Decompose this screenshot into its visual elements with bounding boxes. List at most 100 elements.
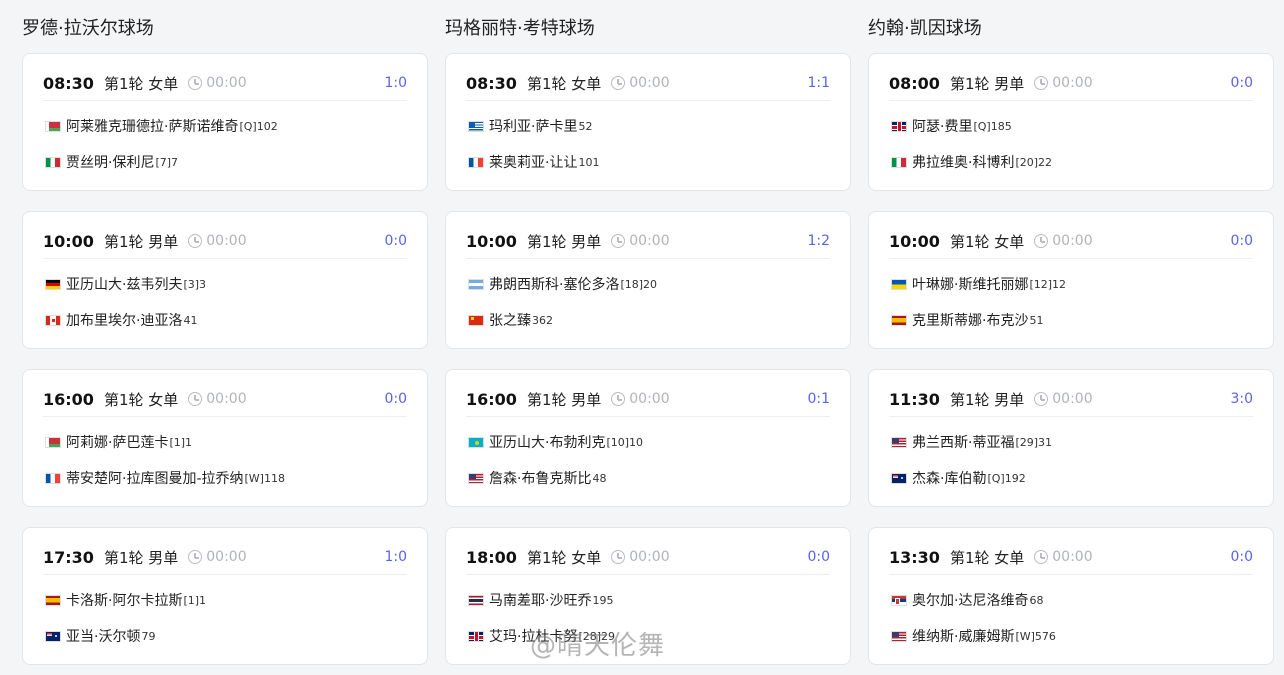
player-row[interactable]: 杰森·库伯勒 [Q]192 bbox=[891, 468, 1026, 488]
clock-icon bbox=[1034, 550, 1049, 564]
match-card[interactable]: 16:00 第1轮 男单 00:00 0:1 亚历山大·布勃利克 [10]10 … bbox=[445, 369, 851, 507]
greece-flag-icon bbox=[468, 120, 484, 132]
match-duration: 00:00 bbox=[629, 549, 670, 565]
player-row[interactable]: 詹森·布鲁克斯比 48 bbox=[468, 468, 606, 488]
france-flag-icon bbox=[468, 156, 484, 168]
player-name: 贾丝明·保利尼 bbox=[66, 155, 155, 171]
clock-icon bbox=[188, 76, 203, 90]
match-score: 1:0 bbox=[384, 75, 407, 91]
player-row[interactable]: 亚历山大·兹韦列夫 [3]3 bbox=[45, 274, 206, 294]
player-row[interactable]: 蒂安楚阿·拉库图曼加-拉乔纳 [W]118 bbox=[45, 468, 285, 488]
match-time: 13:30 bbox=[889, 547, 940, 567]
match-card[interactable]: 17:30 第1轮 男单 00:00 1:0 卡洛斯·阿尔卡拉斯 [1]1 亚当… bbox=[22, 527, 428, 665]
belarus-flag-icon bbox=[45, 120, 61, 132]
player-row[interactable]: 阿莱雅克珊德拉·萨斯诺维奇 [Q]102 bbox=[45, 116, 278, 136]
match-duration: 00:00 bbox=[1052, 233, 1093, 249]
player-row[interactable]: 弗兰西斯·蒂亚福 [29]31 bbox=[891, 432, 1052, 452]
usa-flag-icon bbox=[891, 630, 907, 642]
spain-flag-icon bbox=[45, 594, 61, 606]
match-score: 0:0 bbox=[807, 549, 830, 565]
player-row[interactable]: 加布里埃尔·迪亚洛 41 bbox=[45, 310, 197, 330]
ukraine-flag-icon bbox=[891, 278, 907, 290]
match-card[interactable]: 10:00 第1轮 男单 00:00 1:2 弗朗西斯科·塞伦多洛 [18]20… bbox=[445, 211, 851, 349]
match-duration: 00:00 bbox=[629, 75, 670, 91]
match-duration: 00:00 bbox=[1052, 391, 1093, 407]
player-seed: 48 bbox=[592, 471, 607, 485]
player-row[interactable]: 张之臻 362 bbox=[468, 310, 553, 330]
clock-icon bbox=[1034, 392, 1049, 406]
player-row[interactable]: 维纳斯·威廉姆斯 [W]576 bbox=[891, 626, 1056, 646]
italy-flag-icon bbox=[45, 156, 61, 168]
player-seed: 79 bbox=[141, 629, 156, 643]
player-row[interactable]: 奥尔加·达尼洛维奇 68 bbox=[891, 590, 1043, 610]
match-card[interactable]: 08:30 第1轮 女单 00:00 1:0 阿莱雅克珊德拉·萨斯诺维奇 [Q]… bbox=[22, 53, 428, 191]
player-row[interactable]: 玛利亚·萨卡里 52 bbox=[468, 116, 592, 136]
match-header: 10:00 第1轮 女单 00:00 0:0 bbox=[889, 224, 1253, 259]
clock-icon bbox=[188, 234, 203, 248]
match-card[interactable]: 18:00 第1轮 女单 00:00 0:0 马南差耶·沙旺乔 195 艾玛·拉… bbox=[445, 527, 851, 665]
player-name: 艾玛·拉杜卡努 bbox=[489, 629, 578, 645]
match-duration: 00:00 bbox=[206, 75, 247, 91]
match-card[interactable]: 10:00 第1轮 女单 00:00 0:0 叶琳娜·斯维托丽娜 [12]12 … bbox=[868, 211, 1274, 349]
player-row[interactable]: 马南差耶·沙旺乔 195 bbox=[468, 590, 613, 610]
thailand-flag-icon bbox=[468, 594, 484, 606]
player-row[interactable]: 阿瑟·费里 [Q]185 bbox=[891, 116, 1012, 136]
player-row[interactable]: 卡洛斯·阿尔卡拉斯 [1]1 bbox=[45, 590, 206, 610]
player-row[interactable]: 阿莉娜·萨巴莲卡 [1]1 bbox=[45, 432, 192, 452]
match-score: 0:0 bbox=[1230, 549, 1253, 565]
player-name: 奥尔加·达尼洛维奇 bbox=[912, 593, 1029, 609]
player-seed: [7]7 bbox=[155, 155, 179, 169]
player-row[interactable]: 艾玛·拉杜卡努 [28]29 bbox=[468, 626, 615, 646]
clock-icon bbox=[611, 392, 626, 406]
match-time: 16:00 bbox=[43, 389, 94, 409]
match-time: 08:30 bbox=[43, 73, 94, 93]
player-seed: [10]10 bbox=[606, 435, 644, 449]
belarus-flag-icon bbox=[45, 436, 61, 448]
match-time: 17:30 bbox=[43, 547, 94, 567]
player-row[interactable]: 贾丝明·保利尼 [7]7 bbox=[45, 152, 178, 172]
match-card[interactable]: 13:30 第1轮 女单 00:00 0:0 奥尔加·达尼洛维奇 68 维纳斯·… bbox=[868, 527, 1274, 665]
australia-flag-icon bbox=[45, 630, 61, 642]
match-card[interactable]: 11:30 第1轮 男单 00:00 3:0 弗兰西斯·蒂亚福 [29]31 杰… bbox=[868, 369, 1274, 507]
match-round: 第1轮 女单 bbox=[949, 548, 1025, 567]
match-duration: 00:00 bbox=[1052, 75, 1093, 91]
player-row[interactable]: 弗拉维奥·科博利 [20]22 bbox=[891, 152, 1052, 172]
player-seed: 51 bbox=[1029, 313, 1044, 327]
player-seed: [18]20 bbox=[620, 277, 658, 291]
match-card[interactable]: 08:30 第1轮 女单 00:00 1:1 玛利亚·萨卡里 52 莱奥莉亚·让… bbox=[445, 53, 851, 191]
court-title: 约翰·凯因球场 bbox=[868, 18, 982, 39]
australia-flag-icon bbox=[891, 472, 907, 484]
player-row[interactable]: 亚历山大·布勃利克 [10]10 bbox=[468, 432, 643, 452]
player-row[interactable]: 叶琳娜·斯维托丽娜 [12]12 bbox=[891, 274, 1066, 294]
match-header: 18:00 第1轮 女单 00:00 0:0 bbox=[466, 540, 830, 575]
player-seed: [W]118 bbox=[244, 471, 285, 485]
match-time: 08:00 bbox=[889, 73, 940, 93]
player-row[interactable]: 克里斯蒂娜·布克沙 51 bbox=[891, 310, 1043, 330]
spain-flag-icon bbox=[891, 314, 907, 326]
court-title: 玛格丽特·考特球场 bbox=[445, 18, 595, 39]
match-header: 08:00 第1轮 男单 00:00 0:0 bbox=[889, 66, 1253, 101]
clock-icon bbox=[188, 550, 203, 564]
player-name: 马南差耶·沙旺乔 bbox=[489, 593, 592, 609]
player-row[interactable]: 莱奥莉亚·让让 101 bbox=[468, 152, 599, 172]
player-row[interactable]: 弗朗西斯科·塞伦多洛 [18]20 bbox=[468, 274, 657, 294]
clock-icon bbox=[1034, 234, 1049, 248]
serbia-flag-icon bbox=[891, 594, 907, 606]
match-time: 16:00 bbox=[466, 389, 517, 409]
player-name: 亚历山大·兹韦列夫 bbox=[66, 277, 183, 293]
player-seed: [20]22 bbox=[1015, 155, 1053, 169]
player-seed: [Q]192 bbox=[987, 471, 1026, 485]
match-card[interactable]: 16:00 第1轮 女单 00:00 0:0 阿莉娜·萨巴莲卡 [1]1 蒂安楚… bbox=[22, 369, 428, 507]
player-name: 弗兰西斯·蒂亚福 bbox=[912, 435, 1015, 451]
match-time: 10:00 bbox=[889, 231, 940, 251]
player-row[interactable]: 亚当·沃尔顿 79 bbox=[45, 626, 155, 646]
match-card[interactable]: 08:00 第1轮 男单 00:00 0:0 阿瑟·费里 [Q]185 弗拉维奥… bbox=[868, 53, 1274, 191]
player-seed: [W]576 bbox=[1015, 629, 1056, 643]
player-seed: 362 bbox=[532, 313, 553, 327]
match-round: 第1轮 女单 bbox=[103, 390, 179, 409]
uk-flag-icon bbox=[468, 630, 484, 642]
match-round: 第1轮 男单 bbox=[526, 232, 602, 251]
player-seed: 101 bbox=[578, 155, 600, 169]
match-card[interactable]: 10:00 第1轮 男单 00:00 0:0 亚历山大·兹韦列夫 [3]3 加布… bbox=[22, 211, 428, 349]
player-seed: 41 bbox=[183, 313, 198, 327]
